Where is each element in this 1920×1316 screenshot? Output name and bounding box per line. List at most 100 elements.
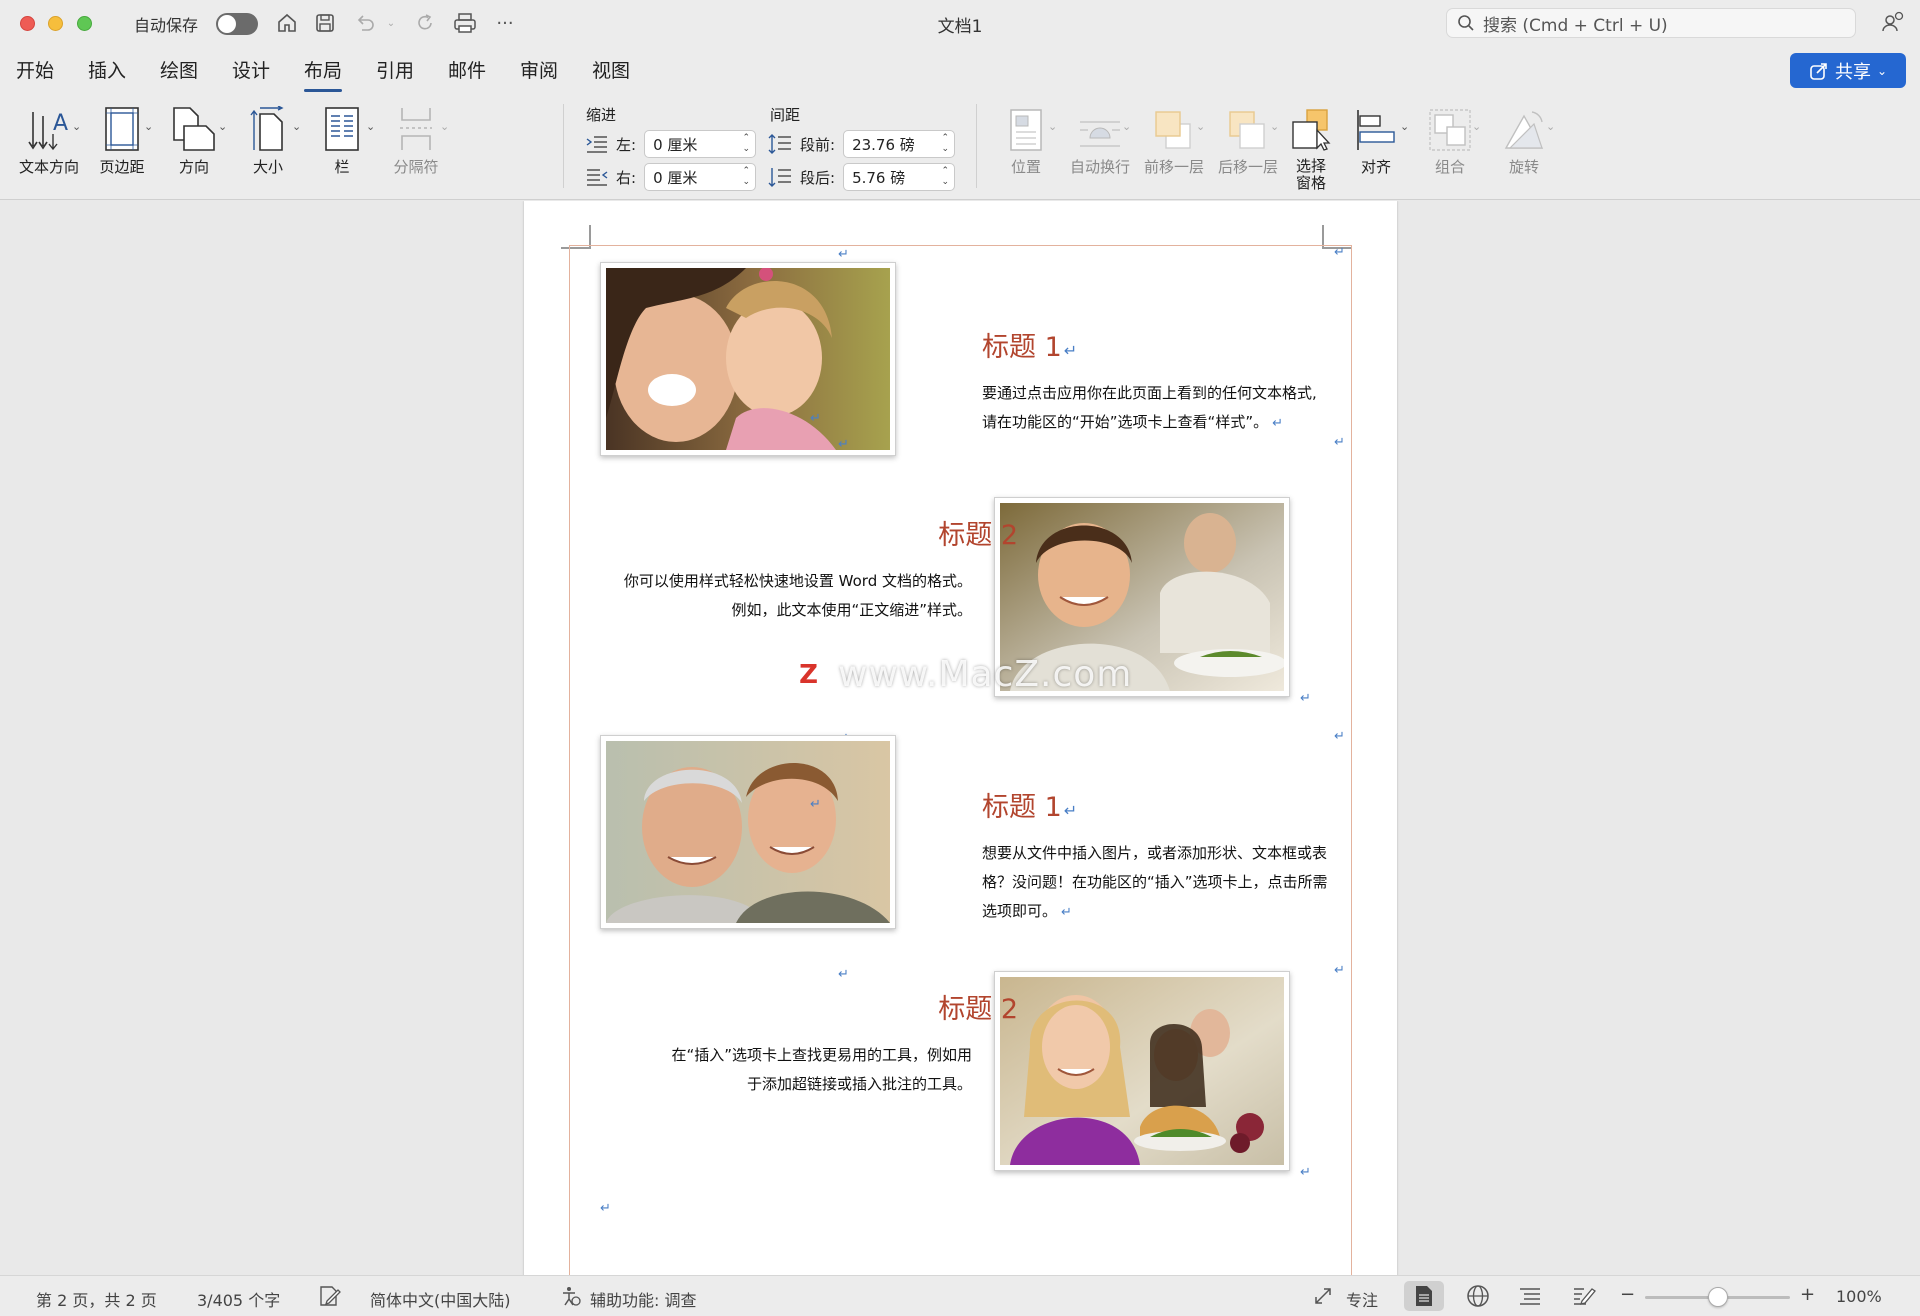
status-bar: 第 2 页，共 2 页 3/405 个字 简体中文(中国大陆) 辅助功能: 调查…: [0, 1275, 1920, 1316]
body-paragraph[interactable]: 要通过点击应用你在此页面上看到的任何文本格式, 请在功能区的“开始”选项卡上查看…: [982, 379, 1362, 438]
paragraph-mark: ↵: [838, 247, 849, 262]
breaks-button[interactable]: 分隔符: [386, 102, 446, 176]
wrap-text-chevron-icon[interactable]: ⌄: [1122, 120, 1131, 133]
position-chevron-icon[interactable]: ⌄: [1048, 120, 1057, 133]
heading-2[interactable]: 标题 2: [804, 513, 1018, 552]
heading-text: 标题 1: [982, 332, 1062, 363]
outline-view-button[interactable]: [1510, 1281, 1550, 1311]
spacing-before-input[interactable]: 23.76 磅 ⌃ ⌄: [843, 130, 956, 158]
search-box[interactable]: 搜索 (Cmd + Ctrl + U): [1446, 8, 1856, 38]
tab-review[interactable]: 审阅: [520, 56, 558, 83]
word-count[interactable]: 3/405 个字: [197, 1287, 280, 1311]
heading-2[interactable]: 标题 2: [804, 987, 1018, 1026]
focus-icon[interactable]: [1312, 1285, 1334, 1311]
paragraph-mark: ↵: [810, 797, 821, 812]
draft-view-button[interactable]: [1564, 1281, 1604, 1311]
bring-forward-chevron-icon[interactable]: ⌄: [1196, 120, 1205, 133]
text-direction-button[interactable]: A 文本方向: [14, 102, 84, 176]
body-paragraph[interactable]: 想要从文件中插入图片，或者添加形状、文本框或表 格？没问题！在功能区的“插入”选…: [982, 839, 1372, 927]
spacing-before-icon: [768, 134, 791, 154]
size-label: 大小: [252, 158, 283, 176]
wrap-text-button[interactable]: 自动换行: [1066, 102, 1134, 176]
share-icon: [1810, 62, 1827, 80]
photo-girls-at-table[interactable]: [994, 971, 1290, 1171]
orientation-chevron-icon[interactable]: ⌄: [218, 120, 227, 133]
tab-insert[interactable]: 插入: [88, 56, 126, 83]
orientation-button[interactable]: 方向: [166, 102, 222, 176]
tab-references[interactable]: 引用: [376, 56, 414, 83]
indent-right-stepper[interactable]: ⌃ ⌄: [743, 166, 751, 188]
indent-right-icon: [587, 169, 608, 186]
position-button[interactable]: 位置: [1000, 102, 1052, 176]
tab-home[interactable]: 开始: [16, 56, 54, 83]
spacing-after-input[interactable]: 5.76 磅 ⌃ ⌄: [843, 163, 956, 191]
margins-button[interactable]: 页边距: [94, 102, 150, 176]
body-paragraph[interactable]: 在“插入”选项卡上查找更易用的工具，例如用 于添加超链接或插入批注的工具。: [604, 1041, 972, 1099]
heading-1[interactable]: 标题 1 ↵: [982, 325, 1077, 364]
group-chevron-icon[interactable]: ⌄: [1472, 120, 1481, 133]
zoom-slider-handle[interactable]: [1707, 1287, 1728, 1307]
indent-left-input[interactable]: 0 厘米 ⌃ ⌄: [644, 130, 757, 158]
tab-view[interactable]: 视图: [592, 56, 630, 83]
tab-layout[interactable]: 布局: [304, 56, 343, 92]
spacing-after-value: 5.76 磅: [852, 168, 906, 187]
print-layout-view-button[interactable]: [1404, 1281, 1444, 1311]
group-button[interactable]: 组合: [1420, 102, 1480, 176]
zoom-in-button[interactable]: +: [1800, 1284, 1815, 1305]
indent-right-input[interactable]: 0 厘米 ⌃ ⌄: [644, 163, 757, 191]
account-icon[interactable]: [1880, 10, 1906, 40]
tab-draw[interactable]: 绘图: [160, 56, 198, 83]
layout-ribbon: A 文本方向 ⌄ 页边距 ⌄ 方向 ⌄ 大小 ⌄ 栏 ⌄ 分隔符 ⌄ 12: [0, 92, 1920, 270]
ribbon-separator: [976, 104, 977, 188]
indent-left-icon: [586, 136, 607, 153]
zoom-level[interactable]: 100%: [1836, 1287, 1882, 1306]
spacing-before-stepper[interactable]: ⌃ ⌄: [942, 133, 950, 155]
paragraph-mark: ↵: [838, 967, 849, 982]
search-placeholder: 搜索 (Cmd + Ctrl + U): [1483, 15, 1668, 36]
paragraph-mark: ↵: [1334, 963, 1345, 978]
selection-pane-button[interactable]: 选择 窗格: [1290, 102, 1332, 192]
accessibility-icon[interactable]: [560, 1285, 582, 1311]
rotate-chevron-icon[interactable]: ⌄: [1546, 120, 1555, 133]
body-line-text: 请在功能区的“开始”选项卡上查看“样式”。: [982, 413, 1269, 431]
rotate-button[interactable]: 旋转: [1494, 102, 1554, 176]
document-page[interactable]: ↵ ↵ ↵ 标题 1 ↵ 要通过点击应用你在此页面上看到的任何文本格式, 请在功能…: [524, 201, 1397, 1275]
send-backward-chevron-icon[interactable]: ⌄: [1270, 120, 1279, 133]
send-backward-button[interactable]: 后移一层: [1214, 102, 1282, 176]
body-line: 选项即可。 ↵: [982, 902, 1072, 920]
body-paragraph[interactable]: 你可以使用样式轻松快速地设置 Word 文档的格式。 例如，此文本使用“正文缩进…: [574, 567, 972, 625]
tab-design[interactable]: 设计: [232, 56, 270, 83]
align-button[interactable]: 对齐: [1346, 102, 1406, 176]
accessibility-label[interactable]: 辅助功能: 调查: [590, 1287, 696, 1311]
tab-mailings[interactable]: 邮件: [448, 56, 486, 83]
align-chevron-icon[interactable]: ⌄: [1400, 120, 1409, 133]
indent-left-stepper[interactable]: ⌃ ⌄: [743, 133, 751, 155]
breaks-chevron-icon[interactable]: ⌄: [440, 120, 449, 133]
photo-father-and-son[interactable]: [600, 735, 896, 929]
spacing-after-stepper[interactable]: ⌃ ⌄: [942, 166, 950, 188]
language-label[interactable]: 简体中文(中国大陆): [370, 1287, 511, 1311]
heading-1[interactable]: 标题 1 ↵: [982, 785, 1077, 824]
zoom-out-button[interactable]: −: [1620, 1284, 1635, 1305]
document-canvas[interactable]: ↵ ↵ ↵ 标题 1 ↵ 要通过点击应用你在此页面上看到的任何文本格式, 请在功能…: [0, 201, 1920, 1275]
size-button[interactable]: 大小: [240, 102, 296, 176]
body-line: 在“插入”选项卡上查找更易用的工具，例如用: [671, 1046, 972, 1064]
margins-chevron-icon[interactable]: ⌄: [144, 120, 153, 133]
size-chevron-icon[interactable]: ⌄: [292, 120, 301, 133]
proofing-icon[interactable]: [318, 1285, 342, 1311]
bring-forward-icon: [1152, 102, 1196, 152]
paragraph-mark: ↵: [1300, 1165, 1311, 1180]
photo-women-laughing[interactable]: [600, 262, 896, 456]
wrap-text-icon: [1078, 102, 1122, 152]
page-count[interactable]: 第 2 页，共 2 页: [36, 1287, 157, 1311]
columns-button[interactable]: 栏: [314, 102, 370, 176]
selection-pane-label-line1: 选择: [1295, 157, 1326, 175]
web-layout-view-button[interactable]: [1458, 1281, 1498, 1311]
share-label: 共享: [1834, 61, 1871, 83]
bring-forward-button[interactable]: 前移一层: [1140, 102, 1208, 176]
columns-chevron-icon[interactable]: ⌄: [366, 120, 375, 133]
text-direction-chevron-icon[interactable]: ⌄: [72, 120, 81, 133]
focus-label[interactable]: 专注: [1346, 1287, 1378, 1311]
share-button[interactable]: 共享 ⌄: [1790, 53, 1906, 88]
indent-left-label: 左:: [616, 135, 637, 154]
